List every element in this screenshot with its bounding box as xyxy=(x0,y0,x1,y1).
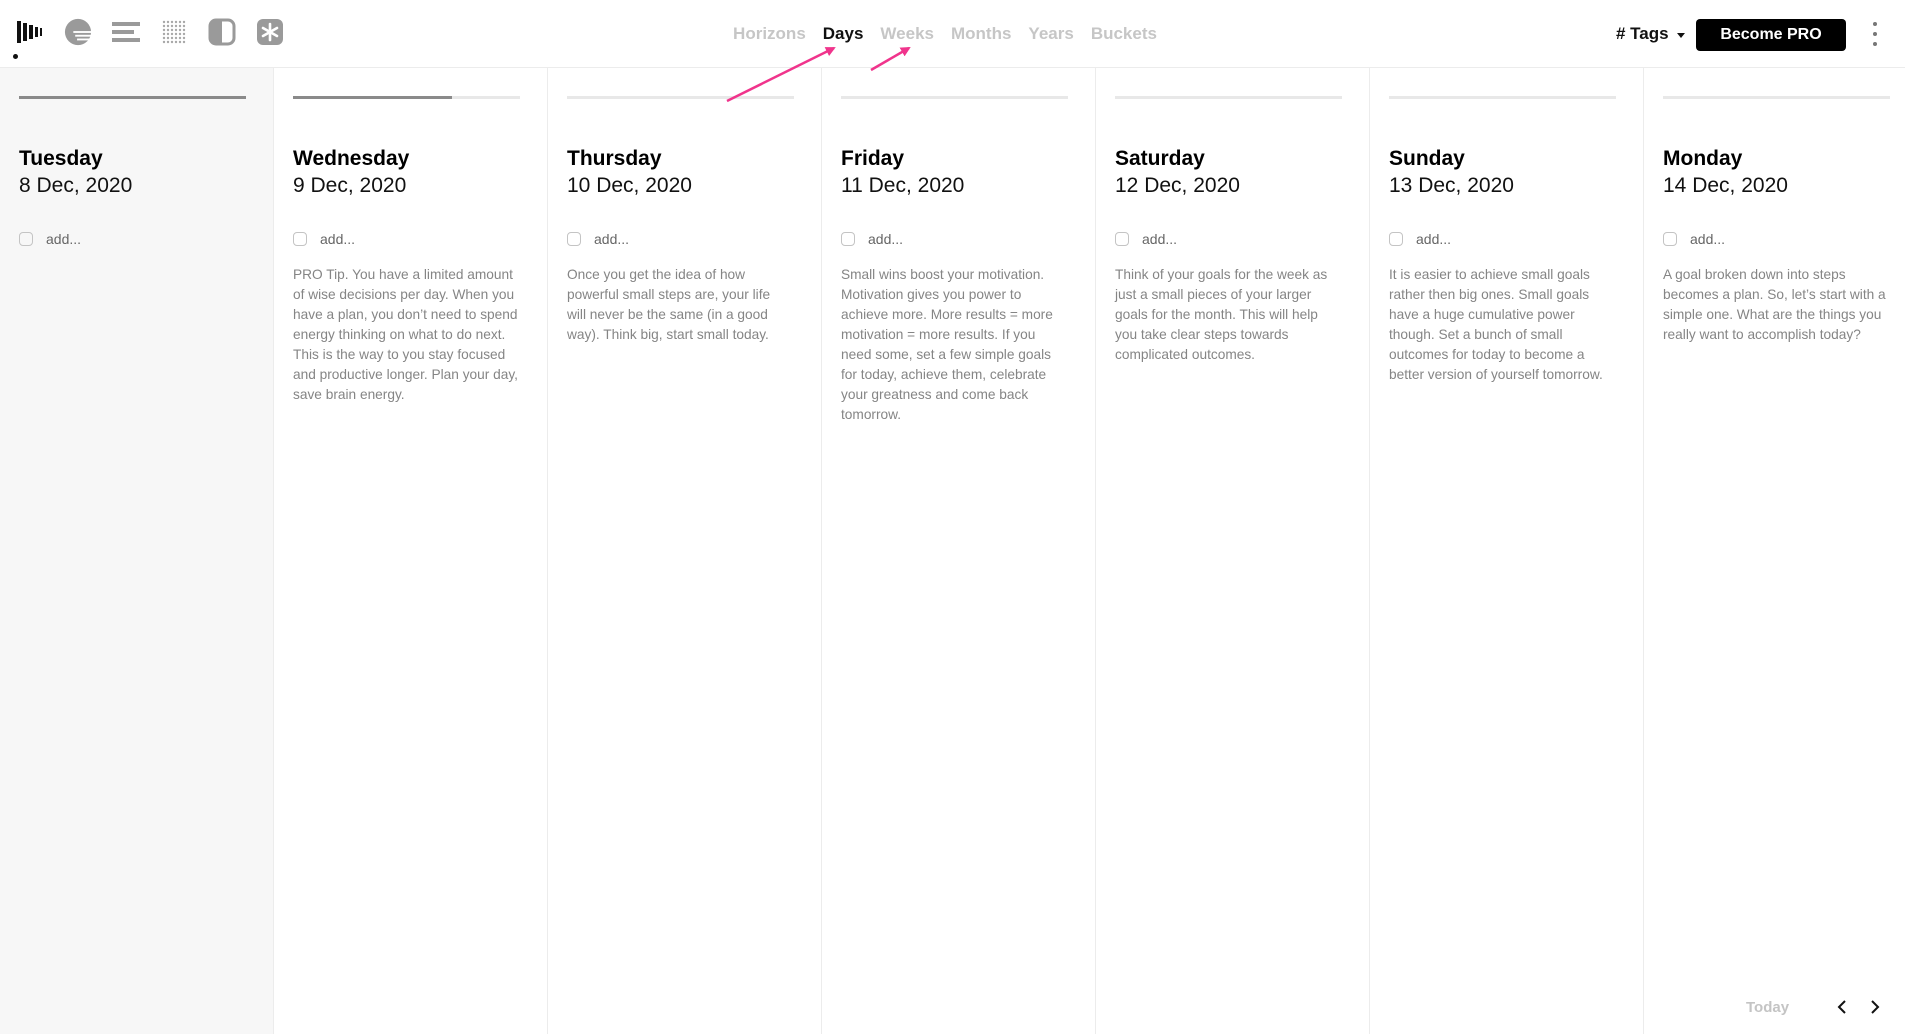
day-date: 11 Dec, 2020 xyxy=(841,174,965,197)
day-progress-bar xyxy=(19,96,246,99)
caret-down-icon xyxy=(1676,32,1685,38)
tab-years[interactable]: Years xyxy=(1028,24,1073,44)
add-task-placeholder[interactable]: add... xyxy=(594,231,629,247)
columns-icon[interactable] xyxy=(16,16,44,48)
day-column-monday: Monday 14 Dec, 2020 add... A goal broken do… xyxy=(1644,68,1905,1034)
day-columns: Tuesday 8 Dec, 2020 add... Wednesday 9 Dec, … xyxy=(0,68,1905,1034)
day-progress-bar xyxy=(1663,96,1890,99)
day-date: 8 Dec, 2020 xyxy=(19,174,133,197)
add-task-placeholder[interactable]: add... xyxy=(1142,231,1177,247)
day-tip: It is easier to achieve small goals rath… xyxy=(1389,267,1603,382)
task-checkbox[interactable] xyxy=(1115,232,1129,246)
add-task-row[interactable]: add... xyxy=(19,231,81,247)
day-name: Monday xyxy=(1663,147,1743,170)
day-column-tuesday: Tuesday 8 Dec, 2020 add... xyxy=(0,68,274,1034)
tags-dropdown[interactable]: # Tags xyxy=(1616,24,1685,44)
day-name: Sunday xyxy=(1389,147,1465,170)
add-task-row[interactable]: add... xyxy=(567,231,629,247)
lines-icon[interactable] xyxy=(112,16,140,48)
day-progress-bar xyxy=(841,96,1068,99)
add-task-row[interactable]: add... xyxy=(293,231,355,247)
view-switcher xyxy=(16,16,284,48)
half-circle-icon[interactable] xyxy=(208,16,236,48)
day-tip: PRO Tip. You have a limited amount of wi… xyxy=(293,267,518,402)
top-bar: Horizons Days Weeks Months Years Buckets # Ta… xyxy=(0,0,1905,68)
day-date: 10 Dec, 2020 xyxy=(567,174,692,197)
day-date: 12 Dec, 2020 xyxy=(1115,174,1240,197)
day-column-thursday: Thursday 10 Dec, 2020 add... Once you get t… xyxy=(548,68,822,1034)
day-progress-bar xyxy=(1115,96,1342,99)
day-name: Tuesday xyxy=(19,147,103,170)
day-name: Saturday xyxy=(1115,147,1205,170)
tab-days[interactable]: Days xyxy=(823,24,864,44)
chevron-left-icon[interactable] xyxy=(1832,997,1852,1017)
day-name: Wednesday xyxy=(293,147,410,170)
add-task-placeholder[interactable]: add... xyxy=(46,231,81,247)
day-column-sunday: Sunday 13 Dec, 2020 add... It is easier to … xyxy=(1370,68,1644,1034)
day-date: 13 Dec, 2020 xyxy=(1389,174,1514,197)
become-pro-button[interactable]: Become PRO xyxy=(1696,19,1846,51)
add-task-placeholder[interactable]: add... xyxy=(1416,231,1451,247)
add-task-row[interactable]: add... xyxy=(1663,231,1725,247)
day-tip: Think of your goals for the week as just… xyxy=(1115,267,1328,362)
day-date: 14 Dec, 2020 xyxy=(1663,174,1788,197)
day-tip: Once you get the idea of how powerful sm… xyxy=(567,267,771,342)
day-column-saturday: Saturday 12 Dec, 2020 add... Think of your … xyxy=(1096,68,1370,1034)
day-name: Thursday xyxy=(567,147,662,170)
add-task-row[interactable]: add... xyxy=(1389,231,1451,247)
day-progress-bar xyxy=(293,96,520,99)
task-checkbox[interactable] xyxy=(1663,232,1677,246)
task-checkbox[interactable] xyxy=(841,232,855,246)
add-task-placeholder[interactable]: add... xyxy=(320,231,355,247)
more-menu-icon[interactable] xyxy=(1870,22,1880,46)
task-checkbox[interactable] xyxy=(293,232,307,246)
add-task-placeholder[interactable]: add... xyxy=(1690,231,1725,247)
day-tip: A goal broken down into steps becomes a … xyxy=(1663,267,1886,342)
day-name: Friday xyxy=(841,147,905,170)
today-button[interactable]: Today xyxy=(1746,999,1789,1016)
task-checkbox[interactable] xyxy=(1389,232,1403,246)
day-column-friday: Friday 11 Dec, 2020 add... Small wins boost… xyxy=(822,68,1096,1034)
day-progress-bar xyxy=(1389,96,1616,99)
day-progress-fill xyxy=(293,96,452,99)
day-progress-bar xyxy=(567,96,794,99)
add-task-row[interactable]: add... xyxy=(1115,231,1177,247)
tab-weeks[interactable]: Weeks xyxy=(880,24,934,44)
day-progress-fill xyxy=(19,96,246,99)
chevron-right-icon[interactable] xyxy=(1865,997,1885,1017)
sunset-icon[interactable] xyxy=(64,16,92,48)
day-column-wednesday: Wednesday 9 Dec, 2020 add... PRO Tip. You h… xyxy=(274,68,548,1034)
add-task-row[interactable]: add... xyxy=(841,231,903,247)
dots-grid-icon[interactable] xyxy=(160,16,188,48)
task-checkbox[interactable] xyxy=(567,232,581,246)
active-view-indicator xyxy=(13,54,18,59)
day-tip: Small wins boost your motivation. Motiva… xyxy=(841,267,1053,422)
tab-buckets[interactable]: Buckets xyxy=(1091,24,1157,44)
tab-horizons[interactable]: Horizons xyxy=(733,24,806,44)
tags-label: # Tags xyxy=(1616,24,1669,43)
task-checkbox[interactable] xyxy=(19,232,33,246)
add-task-placeholder[interactable]: add... xyxy=(868,231,903,247)
day-date: 9 Dec, 2020 xyxy=(293,174,407,197)
asterisk-icon[interactable] xyxy=(256,16,284,48)
tab-months[interactable]: Months xyxy=(951,24,1011,44)
